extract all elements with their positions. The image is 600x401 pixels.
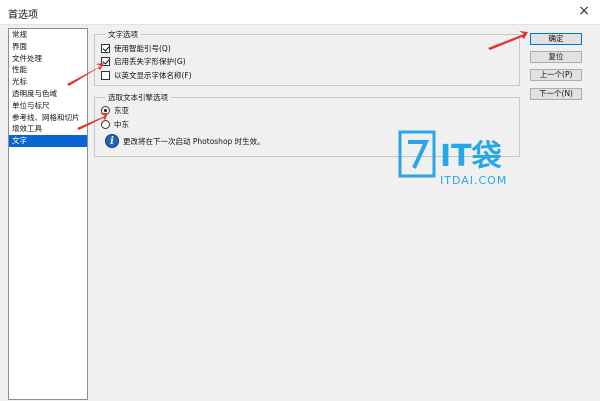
nav-item-transparency[interactable]: 透明度与色域 xyxy=(9,88,87,100)
watermark-domain: ITDAI.COM xyxy=(440,174,507,187)
nav-item-interface[interactable]: 界面 xyxy=(9,41,87,53)
annotation-arrow-left-lower xyxy=(77,113,108,130)
nav-item-type[interactable]: 文字 xyxy=(9,135,87,147)
reset-button[interactable]: 复位 xyxy=(530,51,582,63)
watermark-brand: IT袋 xyxy=(440,139,502,174)
annotation-arrow-right xyxy=(488,31,528,50)
middle-east-label: 中东 xyxy=(114,120,129,129)
east-asian-label: 东亚 xyxy=(114,106,129,115)
watermark-logo: IT袋 ITDAI.COM xyxy=(398,130,528,190)
text-options-legend: 文字选项 xyxy=(105,29,141,40)
restart-info-text: 更改将在下一次启动 Photoshop 时生效。 xyxy=(123,136,265,146)
text-engine-legend: 选取文本引擎选项 xyxy=(105,92,171,103)
annotation-arrow-left-upper xyxy=(67,63,104,86)
missing-glyph-row[interactable]: 启用丢失字形保护(G) xyxy=(101,56,186,67)
ok-button[interactable]: 确定 xyxy=(530,33,582,45)
text-options-group: 文字选项 使用智能引号(Q) 启用丢失字形保护(G) 以英文显示字体名称(F) xyxy=(94,29,520,86)
smart-quotes-row[interactable]: 使用智能引号(Q) xyxy=(101,43,171,54)
smart-quotes-label: 使用智能引号(Q) xyxy=(114,44,171,53)
title-bar: 首选项 × xyxy=(0,0,600,25)
restart-info: i 更改将在下一次启动 Photoshop 时生效。 xyxy=(105,134,265,148)
watermark-logo-mark: IT袋 ITDAI.COM xyxy=(398,130,507,187)
missing-glyph-label: 启用丢失字形保护(G) xyxy=(114,57,186,66)
english-font-names-row[interactable]: 以英文显示字体名称(F) xyxy=(101,70,192,81)
prev-button[interactable]: 上一个(P) xyxy=(530,69,582,81)
info-icon: i xyxy=(105,134,119,148)
english-font-names-label: 以英文显示字体名称(F) xyxy=(114,71,192,80)
next-button[interactable]: 下一个(N) xyxy=(530,88,582,100)
close-icon[interactable]: × xyxy=(578,3,590,19)
window-title: 首选项 xyxy=(8,10,38,21)
nav-item-general[interactable]: 常规 xyxy=(9,29,87,41)
smart-quotes-checkbox[interactable] xyxy=(101,44,110,53)
